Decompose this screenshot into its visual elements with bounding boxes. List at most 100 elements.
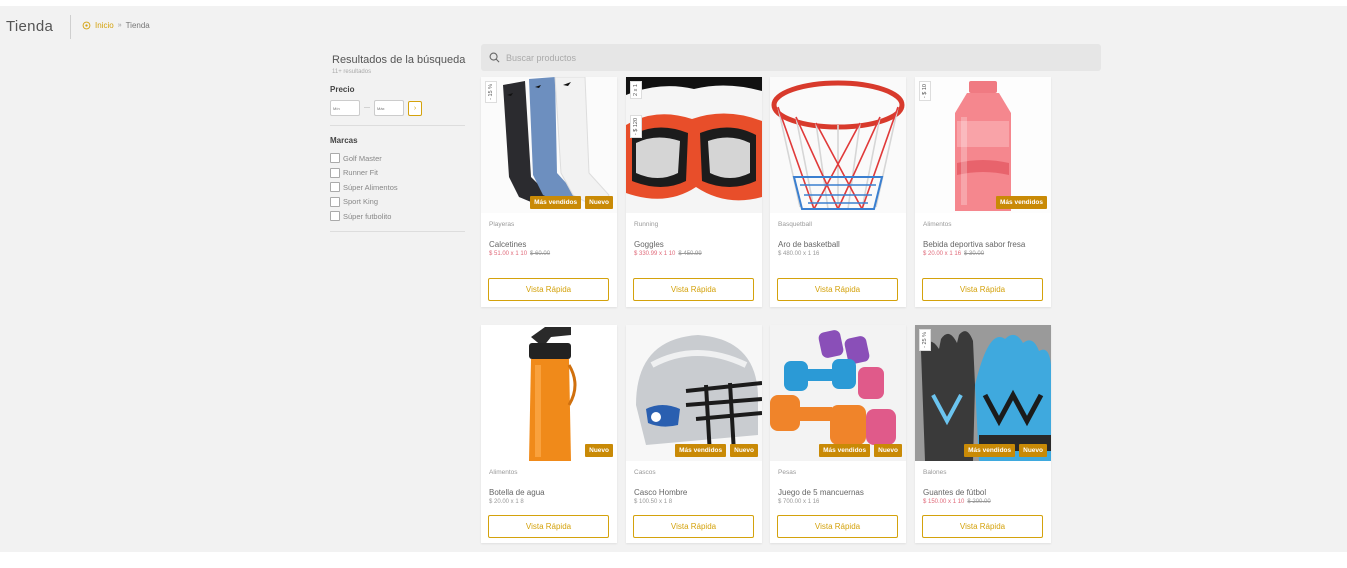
results-title: Resultados de la búsqueda bbox=[332, 54, 466, 66]
product-image-sports-drink[interactable]: - $ 10 Más vendidos bbox=[915, 77, 1051, 213]
socks-image bbox=[481, 77, 617, 213]
quick-view-button[interactable]: Vista Rápida bbox=[922, 515, 1043, 538]
price-max-input[interactable] bbox=[374, 100, 404, 116]
product-price: $ 480.00 x 1 16 bbox=[778, 251, 820, 257]
product-card[interactable]: - 15 % Más vendidos Nuevo Playeras Calce… bbox=[481, 77, 617, 307]
badge-best-seller: Más vendidos bbox=[819, 444, 871, 457]
product-name: Calcetines bbox=[489, 240, 527, 249]
badge-best-seller: Más vendidos bbox=[996, 196, 1047, 209]
breadcrumb-separator: » bbox=[117, 22, 122, 29]
promo-tag: - $ 120 bbox=[630, 115, 642, 139]
promo-tag: - 15 % bbox=[485, 81, 497, 103]
brand-option[interactable]: Golf Master bbox=[330, 151, 466, 166]
quick-view-button[interactable]: Vista Rápida bbox=[633, 278, 754, 301]
dumbbells-image bbox=[770, 325, 906, 461]
badge-best-seller: Más vendidos bbox=[675, 444, 727, 457]
product-name: Botella de agua bbox=[489, 488, 545, 497]
brand-label: Runner Fit bbox=[343, 168, 379, 178]
product-image-helmet[interactable]: Más vendidos Nuevo bbox=[626, 325, 762, 461]
badge-new: Nuevo bbox=[585, 196, 613, 209]
badge-new: Nuevo bbox=[585, 444, 613, 457]
page-header: Tienda Inicio » Tienda bbox=[0, 6, 1347, 46]
brand-checkbox[interactable] bbox=[330, 211, 340, 222]
product-category: Playeras bbox=[489, 221, 515, 228]
product-price: $ 20.00 x 1 16 $ 30.00 bbox=[923, 251, 985, 257]
brands-filter-title: Marcas bbox=[330, 136, 358, 145]
store-page: Tienda Inicio » Tienda Resultados de la … bbox=[0, 6, 1347, 552]
product-badges: Más vendidos Nuevo bbox=[964, 444, 1047, 457]
promo-tag: - $ 10 bbox=[919, 81, 931, 102]
breadcrumb: Inicio » Tienda bbox=[82, 21, 150, 30]
product-category: Basquetball bbox=[778, 221, 812, 228]
product-card[interactable]: Más vendidos Nuevo Cascos Casco Hombre $… bbox=[626, 325, 762, 543]
quick-view-button[interactable]: Vista Rápida bbox=[488, 515, 609, 538]
product-category: Pesas bbox=[778, 469, 797, 476]
product-image-socks[interactable]: - 15 % Más vendidos Nuevo bbox=[481, 77, 617, 213]
brand-option[interactable]: Súper futbolito bbox=[330, 209, 466, 224]
sports-drink-image bbox=[915, 77, 1051, 213]
header-divider bbox=[70, 15, 71, 39]
product-card[interactable]: - $ 10 Más vendidos Alimentos Bebida dep… bbox=[915, 77, 1051, 307]
price-filter-title: Precio bbox=[330, 85, 355, 94]
product-badges: Más vendidos bbox=[996, 196, 1047, 209]
badge-new: Nuevo bbox=[874, 444, 902, 457]
badge-best-seller: Más vendidos bbox=[530, 196, 582, 209]
results-count: 11+ resultados bbox=[332, 69, 372, 75]
product-card[interactable]: Nuevo Alimentos Botella de agua $ 20.00 … bbox=[481, 325, 617, 543]
product-image-dumbbells[interactable]: Más vendidos Nuevo bbox=[770, 325, 906, 461]
helmet-image bbox=[626, 325, 762, 461]
product-name: Bebida deportiva sabor fresa bbox=[923, 240, 1026, 249]
product-image-hoop[interactable] bbox=[770, 77, 906, 213]
quick-view-button[interactable]: Vista Rápida bbox=[922, 278, 1043, 301]
price-apply-button[interactable]: › bbox=[408, 100, 422, 116]
basketball-hoop-image bbox=[770, 77, 906, 213]
home-icon bbox=[82, 21, 91, 30]
quick-view-button[interactable]: Vista Rápida bbox=[488, 278, 609, 301]
product-card[interactable]: 2 x 1 - $ 120 Running Goggles $ 330.99 x… bbox=[626, 77, 762, 307]
quick-view-button[interactable]: Vista Rápida bbox=[777, 278, 898, 301]
brand-label: Súper Alimentos bbox=[343, 182, 398, 192]
search-icon bbox=[489, 52, 500, 63]
quick-view-button[interactable]: Vista Rápida bbox=[633, 515, 754, 538]
brand-label: Sport King bbox=[343, 197, 379, 207]
search-bar[interactable] bbox=[481, 44, 1101, 71]
product-badges: Más vendidos Nuevo bbox=[530, 196, 613, 209]
sidebar-divider bbox=[330, 125, 465, 126]
product-image-goggles[interactable]: 2 x 1 - $ 120 bbox=[626, 77, 762, 213]
brand-option[interactable]: Súper Alimentos bbox=[330, 180, 466, 195]
page-title: Tienda bbox=[6, 18, 54, 35]
promo-tag: 2 x 1 bbox=[630, 81, 642, 99]
price-filter: — › bbox=[330, 100, 466, 116]
brand-option[interactable]: Sport King bbox=[330, 195, 466, 210]
breadcrumb-current: Tienda bbox=[125, 21, 150, 30]
product-category: Alimentos bbox=[489, 469, 518, 476]
quick-view-button[interactable]: Vista Rápida bbox=[777, 515, 898, 538]
goggles-image bbox=[626, 77, 762, 213]
brand-checkbox[interactable] bbox=[330, 196, 340, 207]
product-image-gloves[interactable]: - 25 % Más vendidos Nuevo bbox=[915, 325, 1051, 461]
goalkeeper-gloves-image bbox=[915, 325, 1051, 461]
badge-new: Nuevo bbox=[1019, 444, 1047, 457]
search-input[interactable] bbox=[506, 52, 1066, 63]
product-badges: Más vendidos Nuevo bbox=[819, 444, 902, 457]
product-badges: Nuevo bbox=[585, 444, 613, 457]
product-name: Aro de basketball bbox=[778, 240, 840, 249]
product-category: Balones bbox=[923, 469, 947, 476]
brand-checkbox[interactable] bbox=[330, 167, 340, 178]
product-price: $ 100.50 x 1 8 bbox=[634, 499, 673, 505]
price-min-input[interactable] bbox=[330, 100, 360, 116]
filter-sidebar: Resultados de la búsqueda 11+ resultados… bbox=[330, 54, 466, 232]
product-price: $ 150.00 x 1 10 $ 200.00 bbox=[923, 499, 991, 505]
product-card[interactable]: Más vendidos Nuevo Pesas Juego de 5 manc… bbox=[770, 325, 906, 543]
product-name: Guantes de fútbol bbox=[923, 488, 987, 497]
product-card[interactable]: Basquetball Aro de basketball $ 480.00 x… bbox=[770, 77, 906, 307]
brand-option[interactable]: Runner Fit bbox=[330, 166, 466, 181]
brand-checkbox[interactable] bbox=[330, 182, 340, 193]
product-card[interactable]: - 25 % Más vendidos Nuevo Balones Guante… bbox=[915, 325, 1051, 543]
product-price: $ 700.00 x 1 16 bbox=[778, 499, 820, 505]
product-image-water-bottle[interactable]: Nuevo bbox=[481, 325, 617, 461]
brand-checkbox[interactable] bbox=[330, 153, 340, 164]
brand-label: Golf Master bbox=[343, 153, 382, 163]
brand-label: Súper futbolito bbox=[343, 211, 392, 221]
breadcrumb-home-link[interactable]: Inicio bbox=[95, 21, 114, 30]
